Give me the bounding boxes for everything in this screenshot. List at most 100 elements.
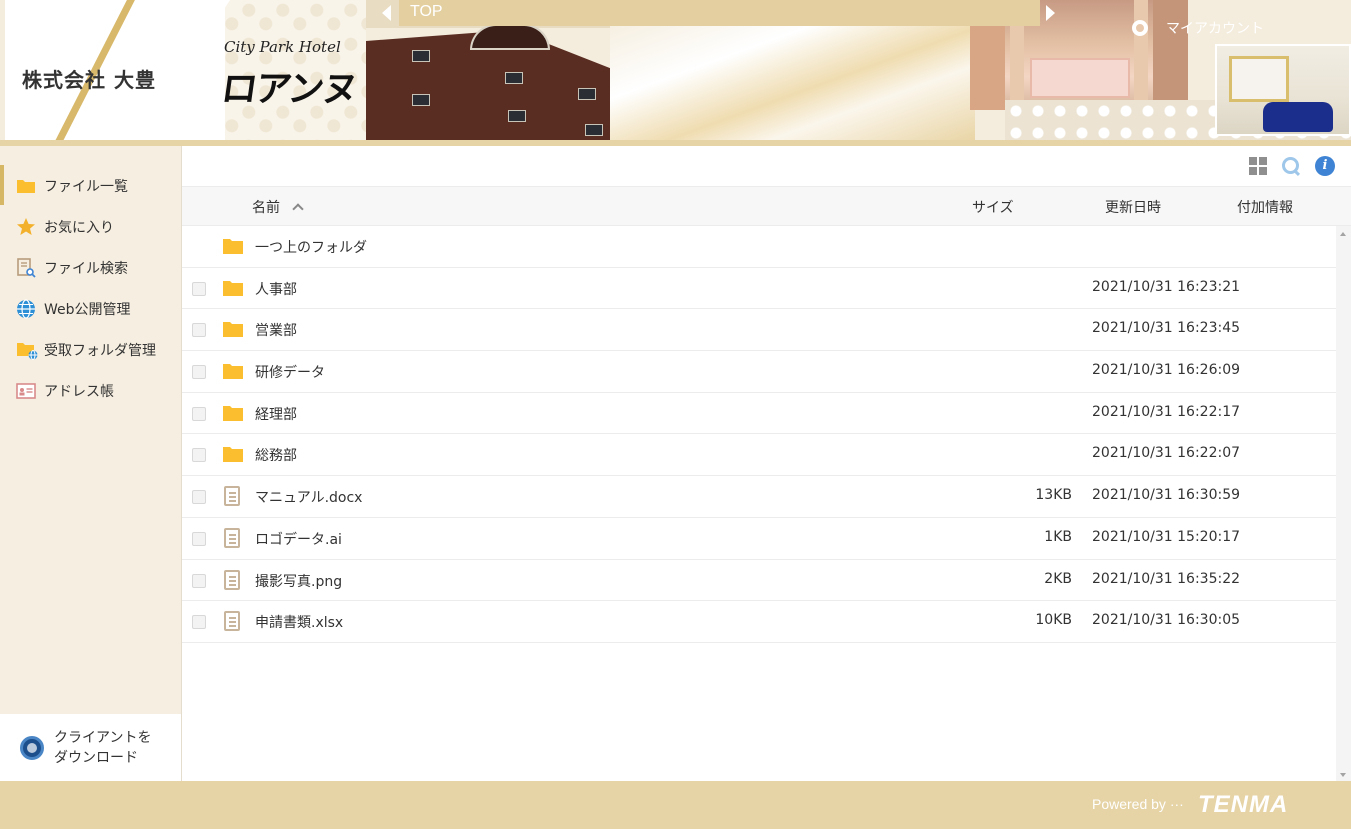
file-name: マニュアル.docx — [255, 490, 363, 507]
folder-icon — [223, 320, 243, 342]
sidebar-nav: ファイル一覧 お気に入り ファイル検索 Web公開管理 受取フォルダ管理 アドレ… — [0, 146, 181, 411]
room-pillar — [1134, 0, 1148, 110]
scroll-down-icon[interactable] — [1340, 773, 1346, 777]
room-wall — [1153, 0, 1188, 110]
row-checkbox[interactable] — [192, 281, 206, 296]
file-name: 研修データ — [255, 365, 325, 382]
grid-cell — [1249, 167, 1257, 175]
file-name: 撮影写真.png — [255, 573, 343, 590]
arrow-left-icon[interactable] — [382, 5, 391, 21]
grid-cell — [1259, 157, 1267, 165]
table-row[interactable]: 人事部 2021/10/31 16:23:21 — [182, 268, 1336, 310]
file-modified-date: 2021/10/31 16:22:17 — [1092, 403, 1241, 420]
sidebar-item-label: アドレス帳 — [44, 383, 114, 400]
file-modified-date: 2021/10/31 16:23:45 — [1092, 320, 1241, 337]
file-modified-date: 2021/10/31 16:22:07 — [1092, 445, 1241, 462]
row-checkbox[interactable] — [192, 323, 206, 338]
client-download-button[interactable]: クライアントを ダウンロード — [0, 714, 181, 781]
file-search-icon — [16, 257, 36, 278]
building-window — [585, 124, 603, 136]
folder-icon — [223, 362, 243, 384]
client-download-label: クライアントを ダウンロード — [54, 728, 151, 768]
sidebar-item-label: 受取フォルダ管理 — [44, 342, 156, 359]
row-checkbox[interactable] — [192, 490, 206, 505]
sidebar-item-label: ファイル検索 — [44, 260, 128, 277]
file-name: 経理部 — [255, 406, 297, 423]
file-modified-date: 2021/10/31 16:30:59 — [1092, 487, 1241, 504]
brand-logo: ロアンヌ — [218, 68, 360, 110]
file-modified-date: 2021/10/31 15:20:17 — [1092, 528, 1241, 545]
top-link[interactable]: TOP — [410, 3, 443, 21]
row-checkbox[interactable] — [192, 406, 206, 421]
brand-script-text: City Park Hotel — [224, 38, 341, 56]
table-row[interactable]: 研修データ 2021/10/31 16:26:09 — [182, 351, 1336, 393]
room-bed — [1030, 58, 1130, 98]
sidebar-item-file-list[interactable]: ファイル一覧 — [0, 165, 181, 206]
client-download-line1: クライアントを — [54, 729, 152, 746]
sidebar-item-label: お気に入り — [44, 219, 114, 236]
building-window — [412, 94, 430, 106]
grid-view-icon[interactable] — [1248, 156, 1268, 176]
row-checkbox[interactable] — [192, 448, 206, 463]
top-nav-bar[interactable]: TOP — [399, 0, 1040, 26]
row-checkbox[interactable] — [192, 573, 206, 588]
sidebar-item-favorites[interactable]: お気に入り — [0, 206, 181, 247]
row-checkbox[interactable] — [192, 365, 206, 380]
footer: Powered by ··· TENMA — [0, 781, 1351, 829]
sidebar-item-file-search[interactable]: ファイル検索 — [0, 247, 181, 288]
table-row[interactable]: 申請書類.xlsx 10KB 2021/10/31 16:30:05 — [182, 601, 1336, 643]
info-icon[interactable]: i — [1315, 156, 1335, 176]
arrow-right-icon[interactable] — [1046, 5, 1055, 21]
document-icon — [224, 611, 240, 632]
file-rows: 人事部 2021/10/31 16:23:21 営業部 2021/10/31 16:2… — [182, 268, 1336, 643]
column-header-info[interactable]: 付加情報 — [1237, 197, 1293, 217]
address-book-icon — [16, 381, 36, 401]
file-size: 10KB — [1035, 612, 1072, 629]
sidebar-item-receive-folder[interactable]: 受取フォルダ管理 — [0, 329, 181, 370]
table-row[interactable]: ロゴデータ.ai 1KB 2021/10/31 15:20:17 — [182, 518, 1336, 560]
row-checkbox[interactable] — [192, 615, 206, 630]
file-size: 1KB — [1044, 528, 1072, 545]
vertical-scrollbar[interactable] — [1336, 226, 1351, 781]
globe-icon — [16, 298, 36, 319]
room-mirror — [1229, 56, 1289, 102]
building-window — [505, 72, 523, 84]
sidebar-item-address-book[interactable]: アドレス帳 — [0, 370, 181, 411]
row-checkbox[interactable] — [192, 531, 206, 546]
column-header-name[interactable]: 名前 — [252, 197, 304, 217]
file-name: 申請書類.xlsx — [255, 615, 344, 632]
file-name: 人事部 — [255, 281, 297, 298]
scroll-up-icon[interactable] — [1340, 232, 1346, 236]
file-modified-date: 2021/10/31 16:26:09 — [1092, 362, 1241, 379]
my-account-label: マイアカウント — [1166, 21, 1264, 37]
document-icon — [224, 527, 240, 548]
table-row[interactable]: 営業部 2021/10/31 16:23:45 — [182, 309, 1336, 352]
company-name: 株式会社 大豊 — [22, 68, 156, 92]
table-row[interactable]: 総務部 2021/10/31 16:22:07 — [182, 434, 1336, 477]
sidebar-item-label: ファイル一覧 — [44, 178, 128, 195]
parent-folder-label: 一つ上のフォルダ — [255, 240, 367, 256]
toolbar: i — [182, 146, 1351, 186]
room-sofa — [1263, 102, 1333, 132]
file-table-body: 一つ上のフォルダ 人事部 2021/10/31 16:23:21 営業部 2021/1… — [182, 226, 1336, 643]
column-header-size[interactable]: サイズ — [972, 197, 1014, 217]
tenma-logo: TENMA — [1198, 791, 1289, 818]
column-header-date[interactable]: 更新日時 — [1105, 197, 1161, 217]
file-modified-date: 2021/10/31 16:23:21 — [1092, 278, 1241, 295]
folder-icon — [223, 279, 243, 301]
file-name: ロゴデータ.ai — [255, 531, 342, 548]
table-row[interactable]: 撮影写真.png 2KB 2021/10/31 16:35:22 — [182, 560, 1336, 602]
receive-folder-icon — [16, 340, 38, 360]
file-name: 総務部 — [255, 448, 297, 465]
sidebar-item-web-publish[interactable]: Web公開管理 — [0, 288, 181, 329]
table-row[interactable]: 経理部 2021/10/31 16:22:17 — [182, 393, 1336, 435]
search-icon[interactable] — [1281, 156, 1301, 176]
table-row[interactable]: マニュアル.docx 13KB 2021/10/31 16:30:59 — [182, 476, 1336, 518]
building-window — [508, 110, 526, 122]
parent-folder-row[interactable]: 一つ上のフォルダ — [182, 226, 1336, 268]
document-icon — [224, 486, 240, 507]
file-size: 13KB — [1035, 487, 1072, 504]
room-photo-2 — [1215, 44, 1351, 136]
my-account-link[interactable]: マイアカウント — [1132, 18, 1264, 38]
folder-icon — [223, 445, 243, 467]
